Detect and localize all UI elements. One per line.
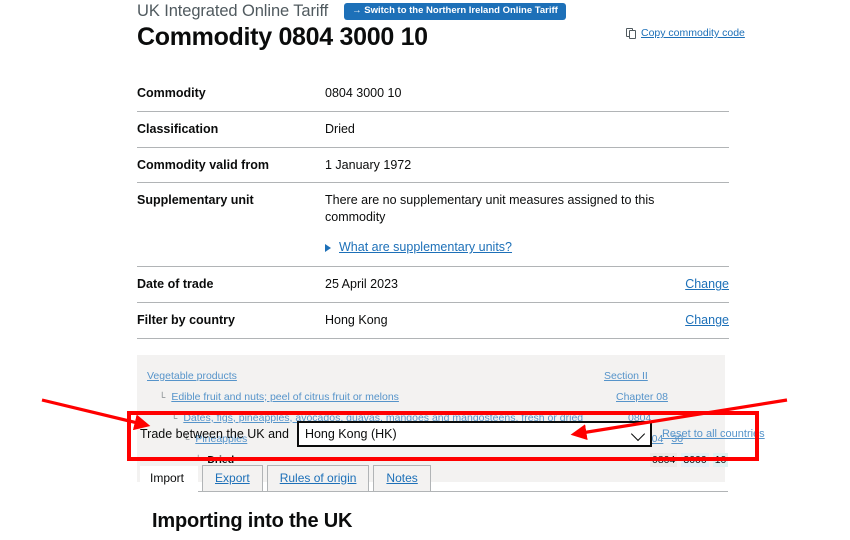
spacer-cell: [137, 235, 325, 267]
detail-value: Dried: [325, 121, 355, 136]
detail-value: 0804 3000 10: [325, 85, 402, 100]
hierarchy-label: Vegetable products: [137, 370, 602, 382]
hierarchy-label: └ Edible fruit and nuts; peel of citrus …: [137, 391, 614, 403]
hierarchy-code-segment: 10: [712, 452, 729, 467]
detail-action: [655, 183, 729, 235]
table-row: Supplementary unit There are no suppleme…: [137, 183, 729, 235]
tab-rules-of-origin[interactable]: Rules of origin: [266, 464, 370, 491]
hierarchy-code-link[interactable]: Section II: [602, 369, 650, 383]
country-select[interactable]: Hong Kong (HK): [296, 421, 652, 447]
hierarchy-code: 0804 3000 10: [650, 452, 729, 467]
detail-action: [655, 111, 729, 147]
detail-key: Filter by country: [137, 313, 235, 328]
detail-action: Change: [655, 303, 729, 339]
supplementary-units-link[interactable]: What are supplementary units?: [339, 239, 512, 256]
country-selector-label: Trade between the UK and: [140, 427, 289, 441]
hierarchy-row: └ Edible fruit and nuts; peel of citrus …: [137, 386, 725, 407]
detail-value: 1 January 1972: [325, 157, 412, 172]
detail-key: Commodity: [137, 85, 206, 100]
reset-to-all-countries-link[interactable]: Reset to all countries: [662, 428, 765, 440]
table-row: Date of trade 25 April 2023 Change: [137, 267, 729, 303]
commodity-hierarchy-panel: Vegetable products Section II └ Edible f…: [137, 355, 729, 483]
switch-to-ni-tariff-button[interactable]: → Switch to the Northern Ireland Online …: [344, 2, 566, 21]
tab-import[interactable]: Import: [140, 465, 199, 492]
copy-commodity-code-link[interactable]: Copy commodity code: [641, 27, 745, 39]
detail-key: Date of trade: [137, 277, 214, 292]
country-selector-strip: Trade between the UK and Hong Kong (HK) …: [140, 421, 765, 447]
annotation-arrow-left: [41, 398, 151, 431]
corner-branch-icon: └: [159, 391, 166, 402]
detail-key: Classification: [137, 121, 219, 136]
detail-value: Hong Kong: [325, 313, 388, 328]
copy-icon: [626, 27, 636, 39]
detail-value: 25 April 2023: [325, 277, 398, 292]
change-filter-by-country-link[interactable]: Change: [685, 313, 729, 327]
detail-value: There are no supplementary unit measures…: [325, 193, 655, 225]
hierarchy-code-segment: 3000: [681, 452, 709, 467]
hierarchy-row: Vegetable products Section II: [137, 365, 725, 386]
table-row: Commodity valid from 1 January 1972: [137, 147, 729, 183]
detail-action: Change: [655, 267, 729, 303]
supplementary-units-cell: What are supplementary units?: [325, 235, 655, 267]
hierarchy-code-segment: 0804: [650, 452, 678, 467]
table-row: Classification Dried: [137, 111, 729, 147]
hierarchy-code: Section II: [602, 369, 725, 383]
table-row: Filter by country Hong Kong Change: [137, 303, 729, 339]
tab-notes[interactable]: Notes: [373, 464, 431, 491]
header-row: UK Integrated Online Tariff → Switch to …: [137, 0, 737, 21]
detail-action: [655, 235, 729, 267]
corner-branch-icon: └: [195, 454, 202, 465]
commodity-tabs: Import Export Rules of origin Notes Impo…: [140, 464, 728, 533]
table-row: Commodity 0804 3000 10: [137, 76, 729, 112]
tab-list: Import Export Rules of origin Notes: [140, 464, 728, 492]
detail-key: Supplementary unit: [137, 193, 254, 208]
tab-panel-import: Importing into the UK: [140, 492, 728, 533]
hierarchy-link[interactable]: Edible fruit and nuts; peel of citrus fr…: [171, 391, 399, 403]
hierarchy-code-link[interactable]: Chapter 08: [614, 390, 670, 404]
tab-panel-heading: Importing into the UK: [152, 510, 353, 532]
detail-action: [655, 147, 729, 183]
table-row: What are supplementary units?: [137, 235, 729, 267]
triangle-right-icon: [325, 243, 331, 252]
hierarchy-code: Chapter 08: [614, 390, 725, 404]
country-select-wrapper: Hong Kong (HK): [296, 421, 652, 447]
copy-commodity-code[interactable]: Copy commodity code: [626, 27, 745, 39]
detail-key: Commodity valid from: [137, 157, 269, 172]
change-date-of-trade-link[interactable]: Change: [685, 277, 729, 291]
page-content: UK Integrated Online Tariff → Switch to …: [137, 0, 737, 483]
service-name: UK Integrated Online Tariff: [137, 2, 329, 20]
hierarchy-link[interactable]: Vegetable products: [147, 370, 237, 382]
tab-export[interactable]: Export: [202, 464, 263, 491]
detail-action: [655, 76, 729, 111]
commodity-details-table: Commodity 0804 3000 10 Classification Dr…: [137, 76, 729, 339]
